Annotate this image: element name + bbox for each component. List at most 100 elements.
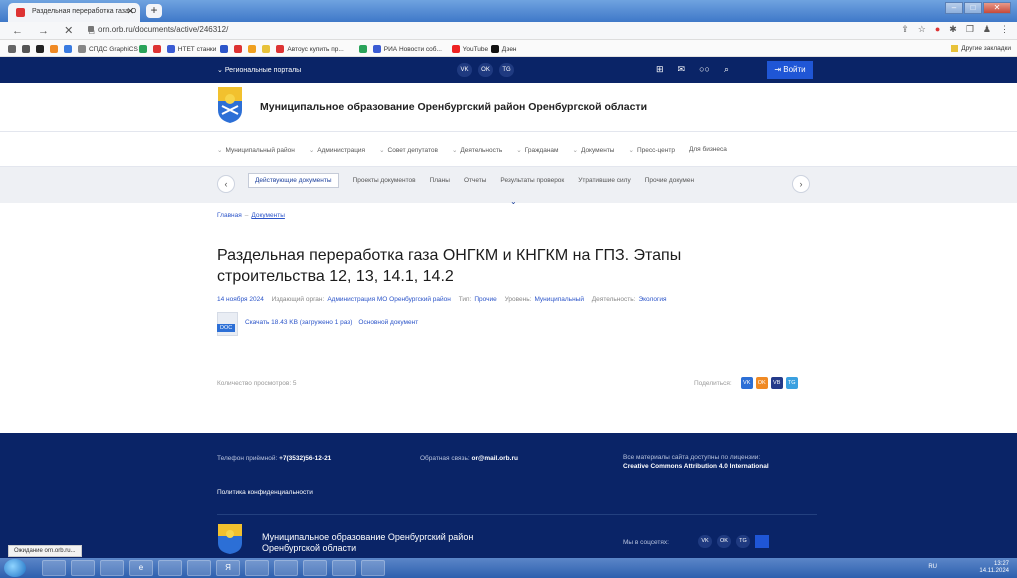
taskbar-app-icon[interactable] (361, 560, 385, 576)
bookmark-item[interactable] (220, 45, 229, 53)
bookmark-item[interactable] (8, 45, 16, 53)
chevron-down-icon[interactable]: ⌄ (510, 197, 517, 206)
type-link[interactable]: Прочие (474, 296, 496, 303)
bookmark-item[interactable]: СПДС GraphiCS (78, 45, 138, 53)
sitemap-icon[interactable]: ⊞ (656, 64, 664, 75)
login-button[interactable]: ⇥ Войти (767, 61, 813, 79)
main-document-link[interactable]: Основной документ (358, 319, 418, 326)
bookmark-item[interactable]: Дзен (490, 45, 517, 53)
mail-icon[interactable]: ✉ (678, 64, 686, 75)
new-tab-button[interactable]: + (146, 4, 162, 18)
subnav-tab[interactable]: Планы (430, 177, 450, 188)
site-title[interactable]: Муниципальное образование Оренбургский р… (260, 101, 647, 113)
bookmark-item[interactable]: РИА Новости coб... (372, 45, 442, 53)
ok-icon[interactable]: OK (478, 63, 493, 77)
bookmark-star-icon[interactable]: ☆ (918, 24, 926, 35)
bookmark-item[interactable]: YouTube (451, 45, 488, 53)
menu-icon[interactable]: ⋮ (1000, 24, 1009, 35)
breadcrumb-home[interactable]: Главная (217, 212, 242, 219)
subnav-next-button[interactable]: › (792, 175, 810, 193)
share-viber-icon[interactable]: VB (770, 377, 783, 389)
main-menu-item[interactable]: ⌄ Совет депутатов (379, 146, 438, 154)
share-vk-icon[interactable]: VK (740, 377, 753, 389)
taskbar-app-icon[interactable] (71, 560, 95, 576)
footer-vk-icon[interactable]: VK (698, 535, 712, 548)
bookmark-item[interactable]: Автоус купить пр... (276, 45, 344, 53)
issuer-link[interactable]: Администрация МО Оренбургский район (327, 296, 451, 303)
license-link[interactable]: Creative Commons Attribution 4.0 Interna… (623, 463, 769, 470)
bookmark-item[interactable] (50, 45, 58, 53)
opera-icon[interactable]: ● (935, 24, 940, 35)
breadcrumb-documents[interactable]: Документы (251, 212, 285, 219)
share-telegram-icon[interactable]: TG (785, 377, 798, 389)
regional-portals-dropdown[interactable]: ⌄ Региональные порталы (217, 66, 301, 74)
bookmark-item[interactable] (138, 45, 147, 53)
browser-tab[interactable]: Раздельная переработка газа О ✕ (8, 3, 140, 22)
bookmark-item[interactable] (36, 45, 44, 53)
main-menu-item[interactable]: ⌄ Деятельность (452, 146, 502, 154)
footer-widget-icon[interactable] (755, 535, 769, 548)
bookmark-item[interactable] (152, 45, 161, 53)
bookmark-item[interactable]: НТЕТ станки (166, 45, 216, 53)
other-bookmarks[interactable]: Другие закладки (951, 45, 1011, 52)
download-link[interactable]: Скачать 18.43 KB (загружено 1 раз) (245, 319, 352, 326)
bookmark-item[interactable] (234, 45, 243, 53)
bookmark-item[interactable] (248, 45, 257, 53)
search-icon[interactable]: ⌕ (724, 64, 729, 75)
sidebar-icon[interactable]: ❐ (966, 24, 974, 35)
taskbar-app-icon[interactable] (332, 560, 356, 576)
minimize-button[interactable]: – (945, 2, 963, 14)
doc-file-icon[interactable]: DOC (217, 312, 238, 336)
main-menu-item[interactable]: ⌄ Гражданам (516, 146, 558, 154)
taskbar-app-icon[interactable] (245, 560, 269, 576)
subnav-tab[interactable]: Прочие докумен (645, 177, 694, 188)
bookmark-item[interactable] (22, 45, 30, 53)
window-close-button[interactable]: ✕ (983, 2, 1011, 14)
privacy-policy-link[interactable]: Политика конфиденциальности (217, 489, 313, 496)
bookmark-item[interactable] (64, 45, 72, 53)
bookmark-item[interactable] (262, 45, 271, 53)
taskbar-app-icon[interactable]: Я (216, 560, 240, 576)
main-menu-item[interactable]: ⌄ Пресс-центр (628, 146, 674, 154)
share-ok-icon[interactable]: OK (755, 377, 768, 389)
level-link[interactable]: Муниципальный (534, 296, 584, 303)
url-field[interactable]: orn.orb.ru/documents/active/246312/ (88, 25, 228, 34)
telegram-icon[interactable]: TG (499, 63, 514, 77)
taskbar-app-icon[interactable] (158, 560, 182, 576)
start-button[interactable] (4, 559, 26, 577)
subnav-tab[interactable]: Действующие документы (248, 173, 339, 188)
language-indicator[interactable]: RU (928, 564, 937, 570)
subnav-tab[interactable]: Проекты документов (353, 177, 416, 188)
subnav-prev-button[interactable]: ‹ (217, 175, 235, 193)
profile-icon[interactable]: ♟ (983, 24, 991, 35)
bookmark-item[interactable] (358, 45, 367, 53)
footer-ok-icon[interactable]: OK (717, 535, 731, 548)
activity-link[interactable]: Экология (638, 296, 666, 303)
footer-telegram-icon[interactable]: TG (736, 535, 750, 548)
document-date[interactable]: 14 ноября 2024 (217, 296, 264, 303)
system-clock[interactable]: 13:27 14.11.2024 (979, 561, 1009, 575)
vk-icon[interactable]: VK (457, 63, 472, 77)
main-menu-item[interactable]: Для бизнеса (689, 146, 727, 154)
taskbar-app-icon[interactable] (100, 560, 124, 576)
tab-close-icon[interactable]: ✕ (126, 6, 134, 17)
subnav-tab[interactable]: Результаты проверок (500, 177, 564, 188)
subnav-tab[interactable]: Отчеты (464, 177, 486, 188)
footer-mail-address[interactable]: or@mail.orb.ru (472, 455, 518, 462)
main-menu-item[interactable]: ⌄ Администрация (309, 146, 365, 154)
subnav-tab[interactable]: Утратившие силу (578, 177, 630, 188)
main-menu-item[interactable]: ⌄ Муниципальный район (217, 146, 295, 154)
footer-phone-number[interactable]: +7(3532)56-12-21 (279, 455, 331, 462)
taskbar-app-icon[interactable] (303, 560, 327, 576)
maximize-button[interactable]: □ (964, 2, 982, 14)
main-menu-item[interactable]: ⌄ Документы (573, 146, 615, 154)
share-page-icon[interactable]: ⇪ (901, 24, 909, 35)
taskbar-app-icon[interactable] (187, 560, 211, 576)
coat-of-arms-icon[interactable] (217, 86, 243, 124)
breadcrumb-separator: – (244, 212, 249, 219)
extensions-icon[interactable]: ✱ (949, 24, 957, 35)
taskbar-app-icon[interactable] (274, 560, 298, 576)
accessibility-icon[interactable]: ○○ (699, 64, 710, 75)
taskbar-app-icon[interactable] (42, 560, 66, 576)
taskbar-app-icon[interactable]: e (129, 560, 153, 576)
